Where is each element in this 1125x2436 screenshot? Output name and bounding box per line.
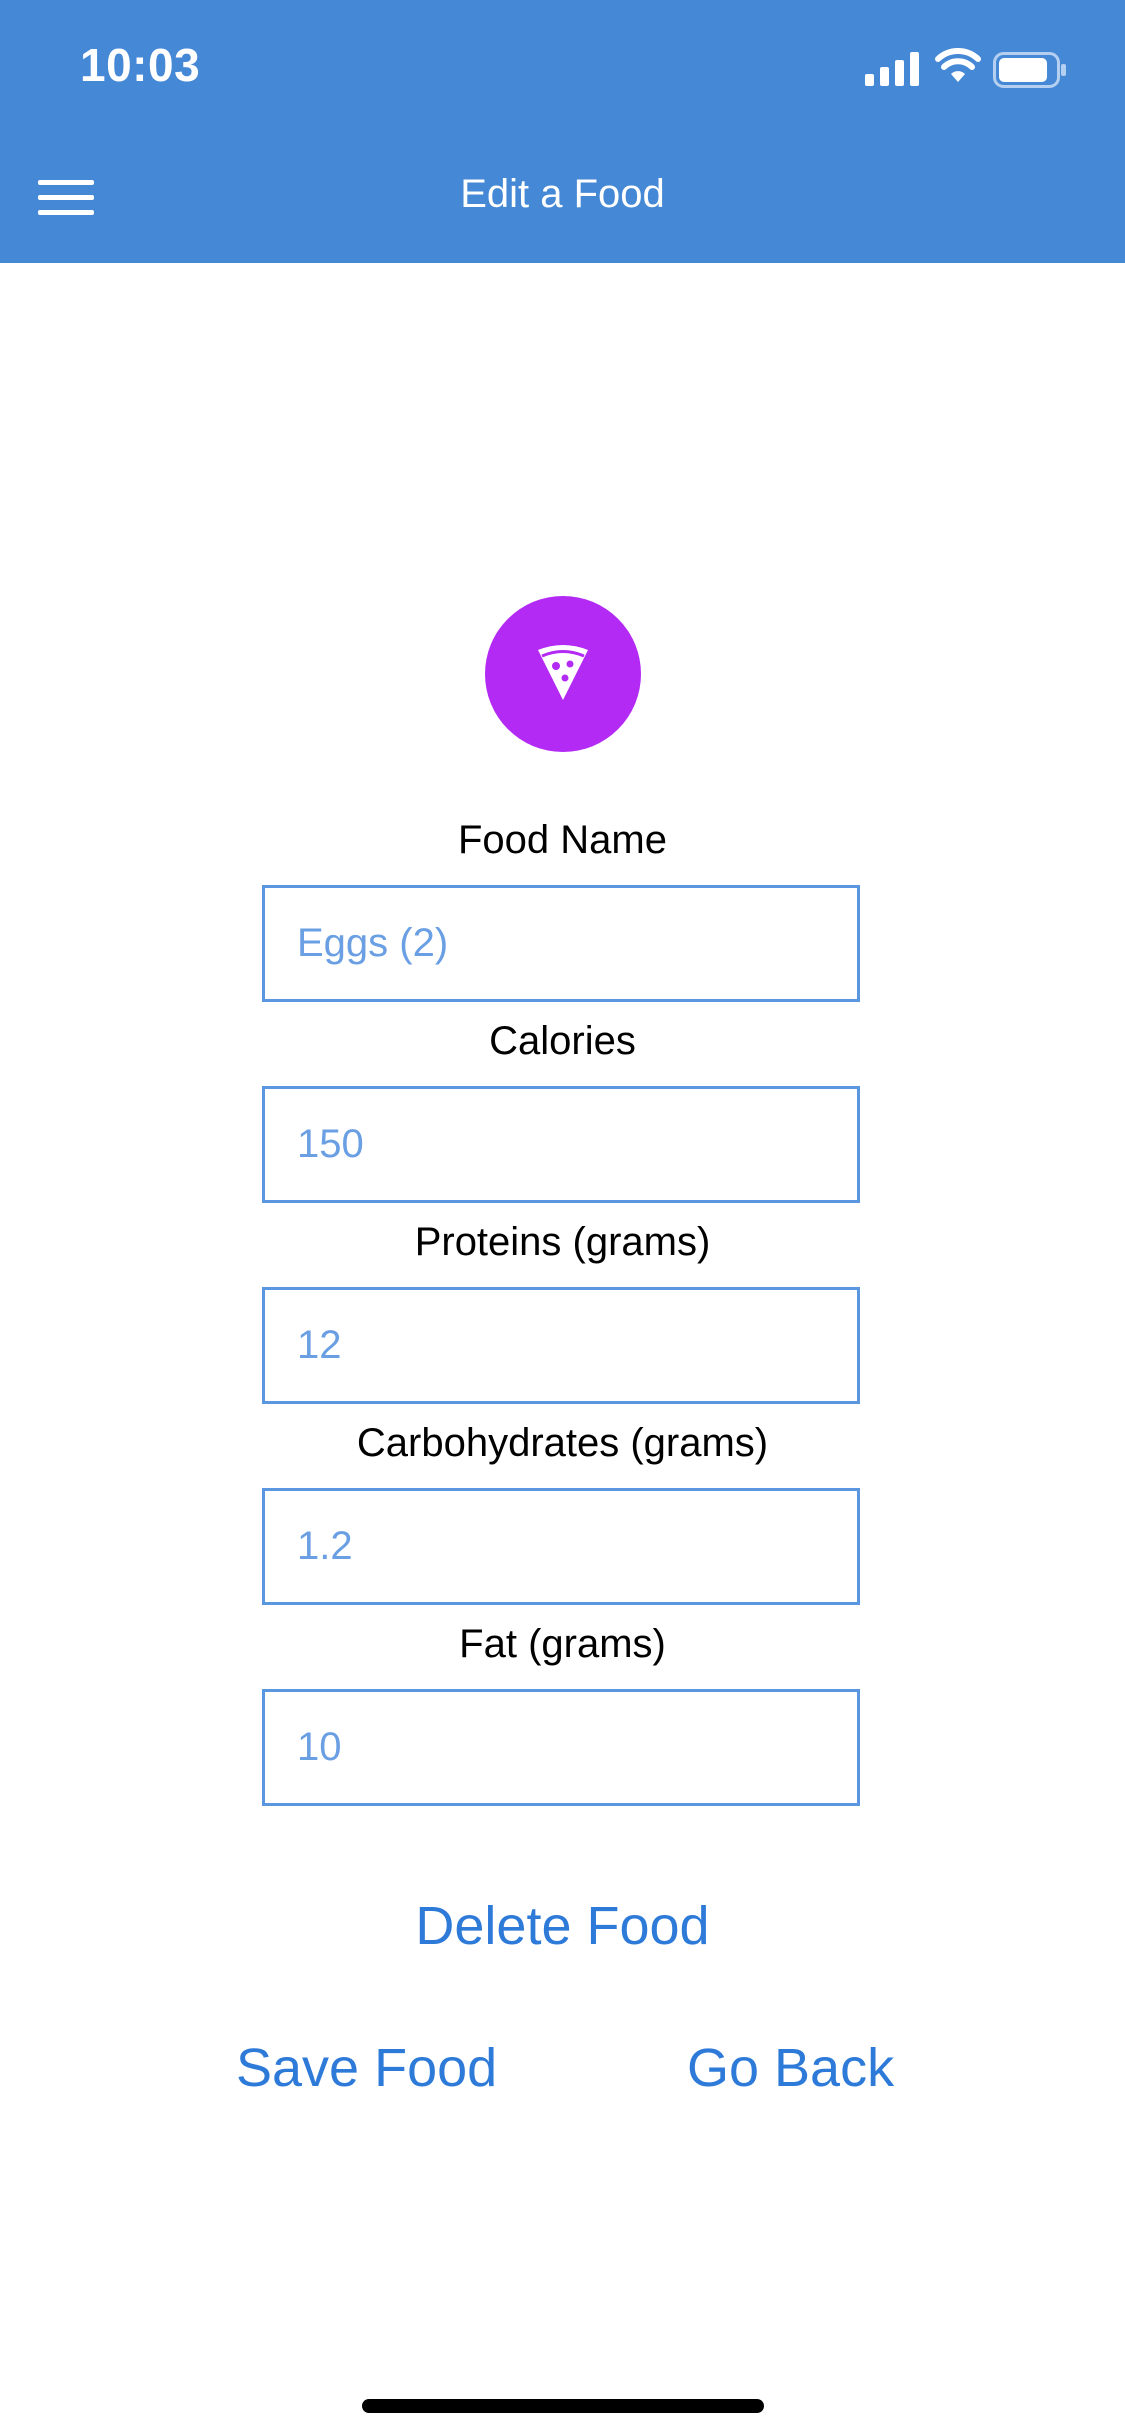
food-avatar bbox=[485, 596, 641, 752]
status-icons bbox=[865, 48, 1085, 92]
delete-food-button[interactable]: Delete Food bbox=[0, 1895, 1125, 1957]
calories-input[interactable] bbox=[262, 1086, 860, 1203]
signal-icon bbox=[865, 52, 919, 86]
header-bar: 10:03 Edit a Food bbox=[0, 0, 1125, 263]
fat-label: Fat (grams) bbox=[459, 1622, 666, 1666]
food-name-label: Food Name bbox=[458, 818, 667, 862]
edit-food-screen: 10:03 Edit a Food Food Name Eggs (2) Cal… bbox=[0, 0, 1125, 2436]
status-time: 10:03 bbox=[80, 39, 201, 91]
battery-icon bbox=[993, 52, 1066, 88]
pizza-slice-icon bbox=[538, 645, 588, 700]
food-name-input[interactable] bbox=[262, 885, 860, 1002]
fat-input[interactable] bbox=[262, 1689, 860, 1806]
calories-label: Calories bbox=[489, 1019, 636, 1063]
wifi-icon bbox=[935, 48, 981, 82]
home-indicator[interactable] bbox=[362, 2399, 764, 2413]
proteins-input[interactable] bbox=[262, 1287, 860, 1404]
proteins-label: Proteins (grams) bbox=[414, 1220, 711, 1264]
save-food-button[interactable]: Save Food bbox=[236, 2037, 497, 2099]
carbohydrates-input[interactable] bbox=[262, 1488, 860, 1605]
carbohydrates-label: Carbohydrates (grams) bbox=[356, 1421, 769, 1465]
go-back-button[interactable]: Go Back bbox=[687, 2037, 894, 2099]
page-title: Edit a Food bbox=[460, 172, 665, 216]
